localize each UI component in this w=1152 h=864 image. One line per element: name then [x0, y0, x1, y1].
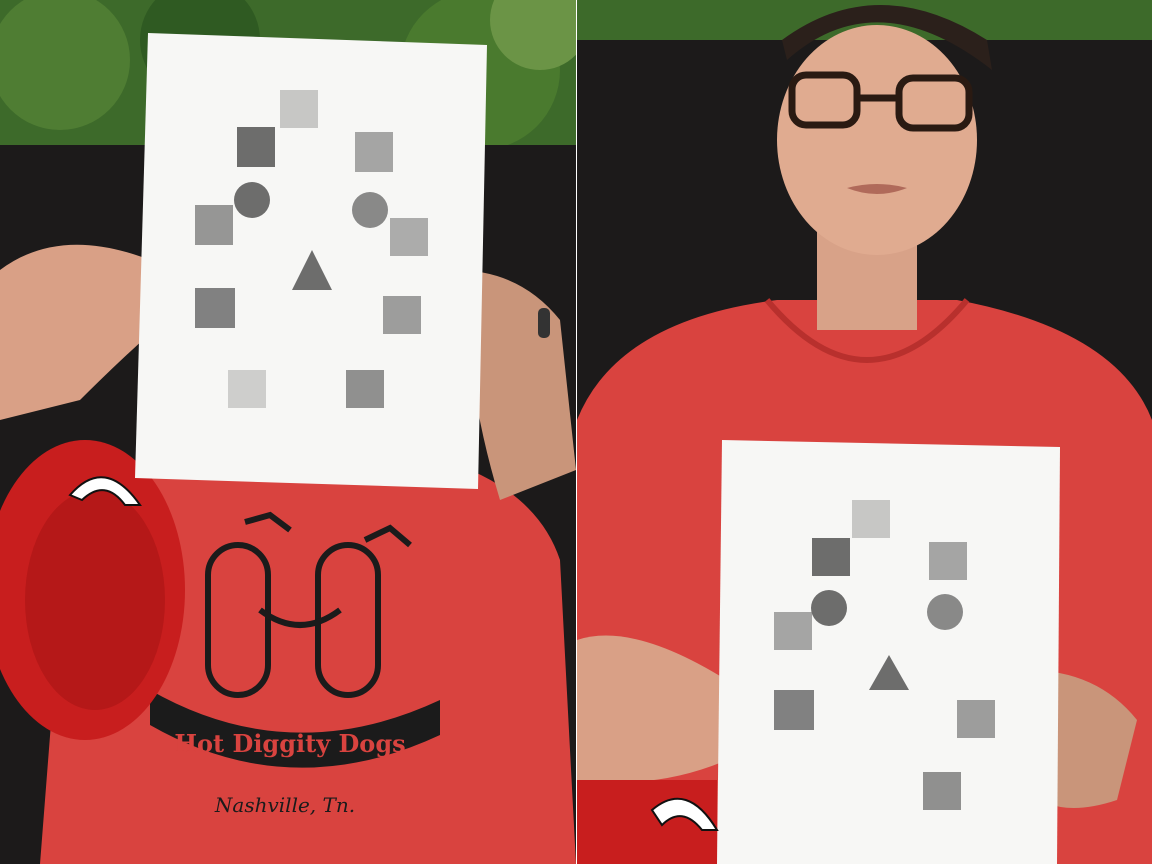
paper-sheet	[135, 33, 487, 489]
shirt-city-text: Nashville, Tn.	[214, 793, 355, 817]
ring	[538, 308, 550, 338]
left-photo: Hot Diggity Dogs Nashville, Tn.	[0, 0, 576, 864]
paper-sheet	[717, 440, 1060, 864]
shirt-banner-text: Hot Diggity Dogs	[174, 729, 405, 758]
right-photo	[577, 0, 1152, 864]
print-circle	[234, 182, 270, 218]
red-cap	[577, 780, 719, 864]
right-photo-scene	[577, 0, 1152, 864]
face	[777, 25, 977, 255]
print-square	[237, 127, 275, 167]
left-photo-scene: Hot Diggity Dogs Nashville, Tn.	[0, 0, 576, 864]
